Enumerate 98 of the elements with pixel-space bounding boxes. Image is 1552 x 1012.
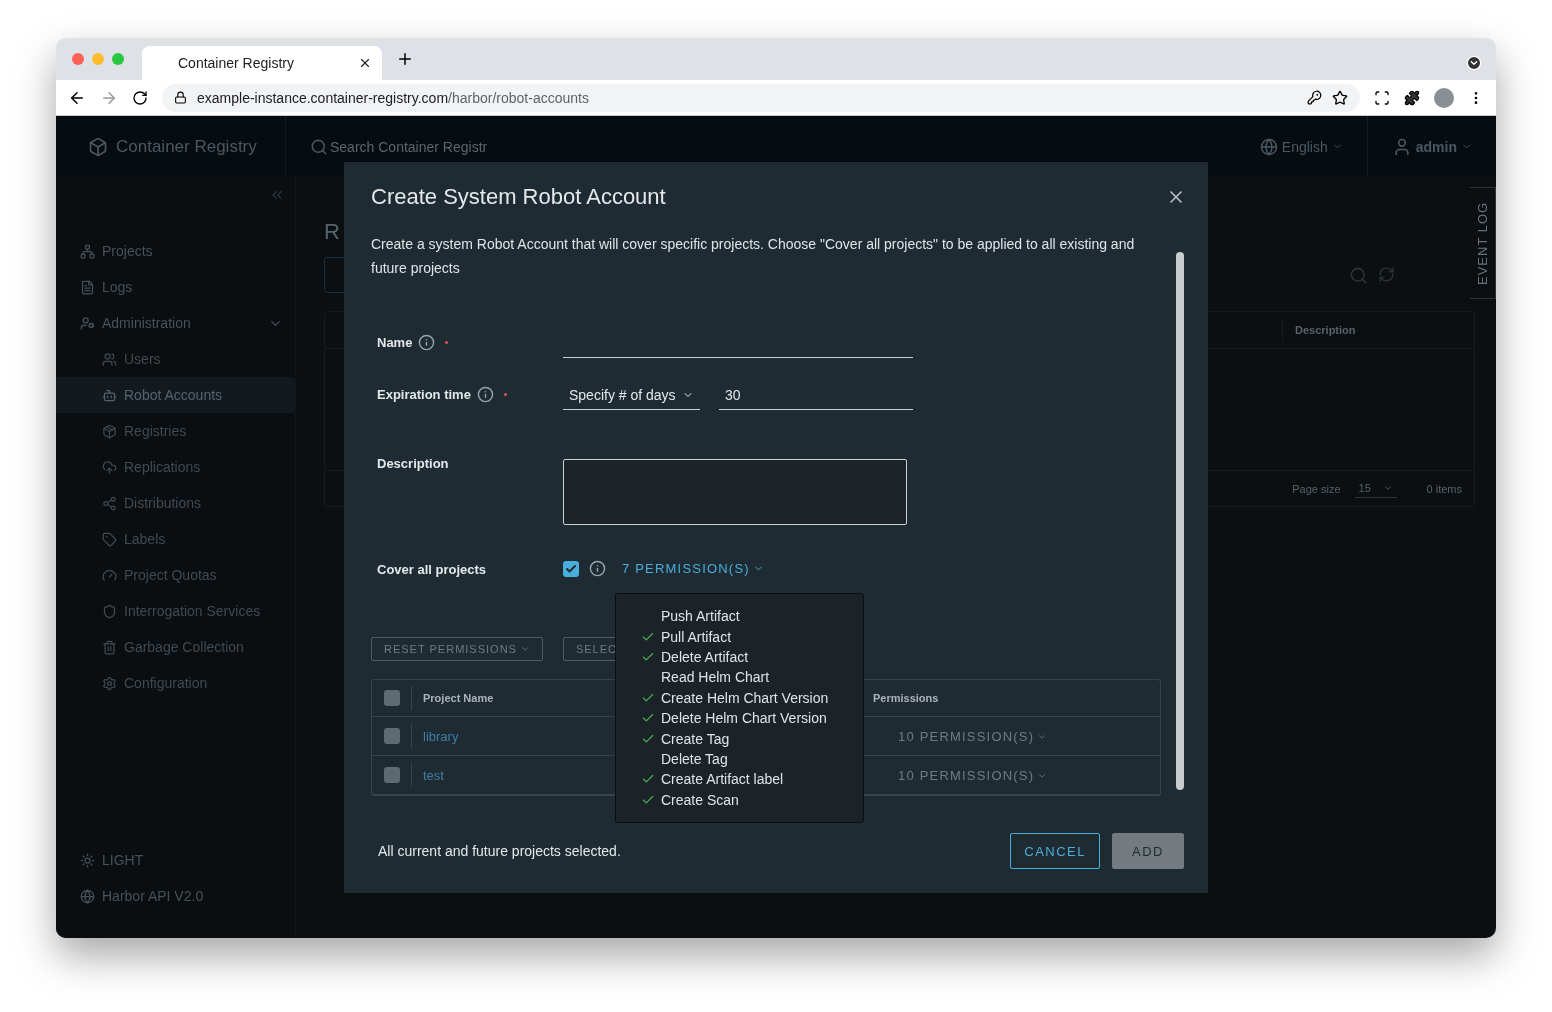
user-menu[interactable]: admin	[1415, 138, 1457, 155]
permission-item[interactable]: Push Artifact	[641, 606, 863, 627]
permission-item[interactable]: Read Helm Chart	[641, 667, 863, 688]
field-label: Description	[377, 456, 449, 471]
field-label: Name	[377, 335, 413, 350]
sidebar-item[interactable]: Robot Accounts	[56, 377, 295, 413]
info-icon[interactable]	[418, 334, 436, 351]
lock-icon	[174, 91, 187, 104]
caret-icon	[1382, 483, 1393, 493]
event-log-tab[interactable]: EVENT LOG	[1470, 187, 1496, 299]
extensions-icon[interactable]	[1404, 89, 1420, 106]
permission-item[interactable]: Create Artifact label	[641, 769, 863, 790]
item-count: 0 items	[1426, 482, 1462, 495]
nav-icon	[102, 531, 117, 547]
check-icon	[565, 562, 577, 575]
cover-all-checkbox[interactable]	[563, 560, 579, 577]
close-icon[interactable]	[358, 56, 372, 70]
sidebar-item[interactable]: Garbage Collection	[56, 629, 295, 665]
info-icon[interactable]	[476, 386, 494, 403]
url-text: example-instance.container-registry.com/harbor/robot-accounts	[197, 89, 590, 106]
permission-item[interactable]: Create Helm Chart Version	[641, 687, 863, 708]
permission-item[interactable]: Delete Artifact	[641, 646, 863, 668]
new-tab-icon[interactable]	[396, 50, 414, 68]
nav-icon	[102, 387, 117, 403]
nav-icon	[80, 315, 95, 331]
capture-icon[interactable]	[1374, 89, 1390, 106]
project-link[interactable]: library	[423, 728, 459, 744]
action-button[interactable]: RESET PERMISSIONS	[371, 637, 543, 661]
page-title: R	[324, 219, 340, 245]
required-mark	[503, 393, 507, 396]
nav-icon	[102, 459, 117, 475]
key-icon[interactable]	[1307, 90, 1322, 105]
field-label: Cover all projects	[377, 562, 487, 577]
nav-icon	[102, 351, 117, 367]
search-icon[interactable]	[310, 137, 328, 156]
select-all-checkbox[interactable]	[383, 690, 400, 706]
nav-icon	[102, 567, 117, 583]
profile-avatar[interactable]	[1434, 87, 1454, 108]
nav-icon	[102, 603, 117, 619]
sidebar-item[interactable]: Logs	[56, 269, 295, 305]
cancel-button[interactable]: CANCEL	[1010, 833, 1100, 869]
permission-item[interactable]: Delete Tag	[641, 748, 863, 770]
project-link[interactable]: test	[423, 767, 444, 783]
nav-icon	[80, 243, 95, 259]
permission-item[interactable]: Create Tag	[641, 728, 863, 749]
sidebar-item[interactable]: Administration	[56, 305, 295, 341]
nav-icon	[80, 852, 95, 868]
sidebar-link[interactable]: Harbor API V2.0	[56, 878, 295, 914]
page-size-select[interactable]: 15	[1354, 479, 1397, 498]
permission-item[interactable]: Pull Artifact	[641, 626, 863, 647]
column-header: Permissions	[873, 692, 939, 704]
sidebar-item[interactable]: Distributions	[56, 485, 295, 521]
permissions-link[interactable]: 10 PERMISSION(S)	[898, 729, 1048, 744]
nav-icon	[102, 639, 117, 655]
page-size-label: Page size	[1292, 482, 1341, 495]
nav-icon	[102, 495, 117, 511]
dialog-description: Create a system Robot Account that will cover specific projects. Choose "Cover all projects" to be applied to all existing and future projects	[371, 235, 1136, 278]
field-label: Expiration time	[377, 387, 471, 402]
permissions-link[interactable]: 7 PERMISSION(S)	[622, 561, 764, 576]
caret-icon	[519, 644, 530, 654]
nav-icon	[80, 888, 95, 904]
column-header: Description	[1282, 318, 1474, 342]
row-checkbox[interactable]	[383, 728, 400, 744]
sidebar-item[interactable]: Configuration	[56, 665, 295, 701]
cube-icon	[88, 136, 108, 157]
expiration-select[interactable]: Specify # of days	[563, 380, 700, 410]
nav-icon	[102, 675, 117, 691]
globe-icon[interactable]	[1259, 137, 1278, 156]
sidebar-item[interactable]: Project Quotas	[56, 557, 295, 593]
sidebar-item[interactable]: Projects	[56, 233, 295, 269]
info-icon[interactable]	[589, 560, 606, 577]
permission-item[interactable]: Delete Helm Chart Version	[641, 707, 863, 729]
address-bar[interactable]: example-instance.container-registry.com/harbor/robot-accounts	[162, 83, 1360, 112]
sidebar-item[interactable]: Labels	[56, 521, 295, 557]
column-header: Project Name	[423, 692, 494, 704]
row-checkbox[interactable]	[383, 767, 400, 783]
sidebar-link[interactable]: LIGHT	[56, 842, 295, 878]
permission-item[interactable]: Create Scan	[641, 789, 863, 810]
tab-menu-icon[interactable]	[1466, 55, 1482, 71]
reload-icon[interactable]	[132, 89, 148, 106]
description-field[interactable]	[563, 459, 907, 525]
sidebar-item[interactable]: Interrogation Services	[56, 593, 295, 629]
search-field[interactable]: Search Container Registr	[330, 138, 488, 155]
browser-tab[interactable]: Container Registry	[142, 46, 382, 80]
sidebar-item[interactable]: Replications	[56, 449, 295, 485]
sidebar-item[interactable]: Users	[56, 341, 295, 377]
language-menu[interactable]: English	[1281, 138, 1328, 155]
required-mark	[445, 341, 449, 344]
nav-icon	[80, 279, 95, 295]
scrollbar[interactable]	[1176, 252, 1184, 790]
dialog-title: Create System Robot Account	[371, 184, 666, 210]
status-text: All current and future projects selected.	[378, 843, 622, 859]
permissions-link[interactable]: 10 PERMISSION(S)	[898, 768, 1048, 783]
sidebar-item[interactable]: Registries	[56, 413, 295, 449]
days-field[interactable]: 30	[719, 380, 913, 410]
nav-icon	[102, 423, 117, 439]
star-icon[interactable]	[1332, 89, 1348, 106]
app-name: Container Registry	[116, 136, 257, 157]
